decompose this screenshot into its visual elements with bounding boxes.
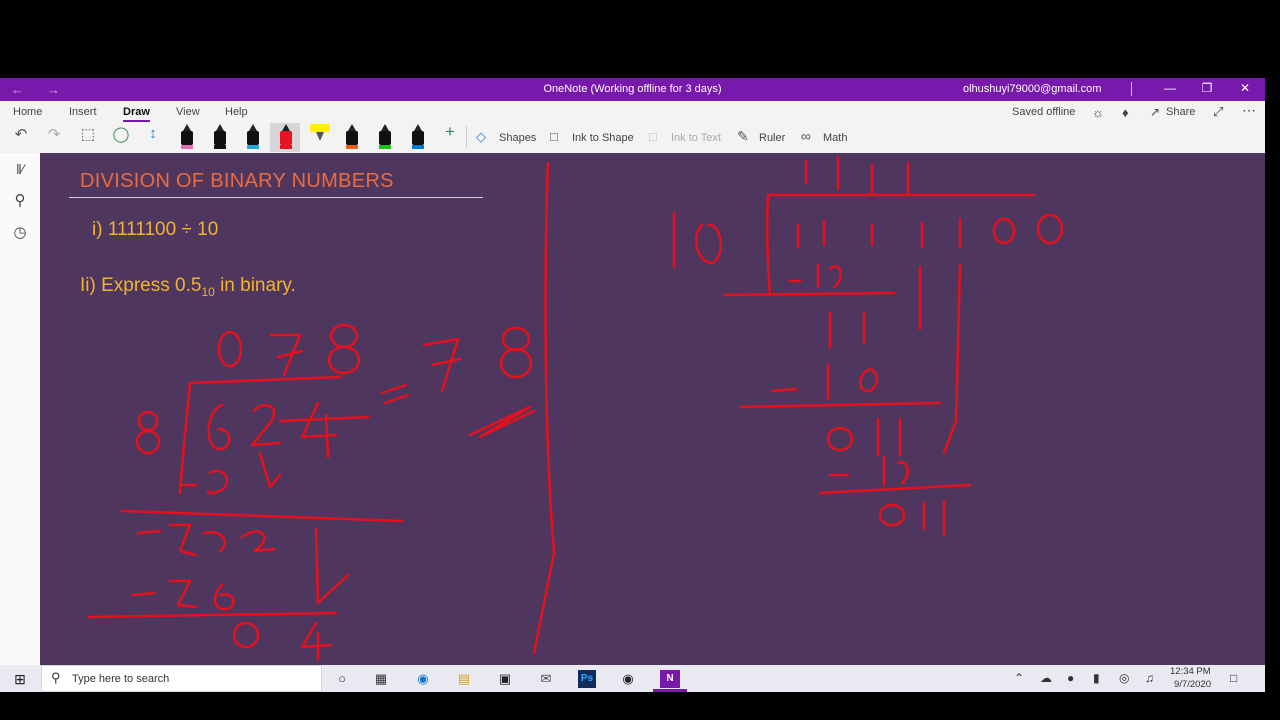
tab-view[interactable]: View — [176, 106, 200, 118]
ink-binary-division — [672, 155, 1064, 537]
note-canvas[interactable]: DIVISION OF BINARY NUMBERS i) 1111100 ÷ … — [40, 153, 1265, 665]
more-options-icon[interactable]: ⋯ — [1242, 102, 1256, 119]
obs-studio-icon[interactable]: ◉ — [619, 670, 637, 688]
microphone-icon[interactable]: ● — [1067, 671, 1074, 685]
mail-icon[interactable]: ✉ — [537, 670, 555, 688]
volume-icon[interactable]: ♫ — [1145, 671, 1154, 685]
pen-red[interactable] — [278, 124, 294, 149]
store-icon[interactable]: ▣ — [496, 670, 514, 688]
ink-78-right — [499, 326, 533, 379]
windows-start-icon[interactable]: ⊞ — [11, 670, 29, 688]
undo-icon[interactable]: ↶ — [11, 125, 31, 143]
share-icon[interactable]: ↗ — [1150, 105, 1160, 119]
file-explorer-icon[interactable]: ▤ — [455, 670, 473, 688]
search-placeholder: Type here to search — [72, 673, 170, 685]
recent-icon[interactable]: ◷ — [8, 223, 32, 241]
ink-dividend-624 — [207, 401, 370, 459]
chevron-up-icon[interactable]: ⌃ — [1014, 671, 1024, 685]
ink-to-shape-button[interactable]: Ink to Shape — [572, 132, 634, 144]
notebooks-icon[interactable]: ‖∕ — [8, 161, 32, 177]
pen-dark-blue[interactable] — [410, 124, 426, 149]
add-space-icon[interactable]: ↕ — [143, 125, 163, 142]
notifications-icon[interactable]: □ — [1230, 671, 1237, 685]
ink-to-text-button[interactable]: Ink to Text — [671, 132, 721, 144]
left-nav: ‖∕ ⚲ ◷ — [0, 153, 41, 665]
cloud-icon[interactable]: ☁ — [1040, 671, 1052, 685]
add-shape-select-icon[interactable]: ◯ — [111, 125, 131, 143]
share-button[interactable]: Share — [1166, 106, 1195, 118]
add-pen-icon[interactable]: + — [440, 122, 460, 142]
minimize-icon[interactable]: — — [1160, 81, 1180, 95]
task-view-icon[interactable]: ▦ — [372, 670, 390, 688]
highlighter-yellow[interactable] — [309, 124, 331, 148]
ruler-icon: ✎ — [737, 128, 749, 144]
taskbar: ⊞ ⚲ Type here to search ○ ▦ ◉ ▤ ▣ ✉ Ps ◉… — [0, 665, 1265, 692]
ink-scribble — [468, 405, 536, 439]
search-icon: ⚲ — [51, 670, 61, 685]
pen-pink[interactable] — [179, 124, 195, 149]
save-status: Saved offline — [1012, 106, 1076, 118]
shapes-button[interactable]: Shapes — [499, 132, 536, 144]
onenote-taskbar-icon[interactable]: N — [660, 670, 680, 688]
ink-quotient-078 — [217, 323, 361, 377]
pen-green[interactable] — [377, 124, 393, 149]
lasso-select-icon[interactable]: ⬚ — [78, 125, 98, 143]
ink-divisor-8 — [135, 410, 161, 455]
ink-to-text-icon: □ — [649, 129, 657, 144]
photoshop-icon[interactable]: Ps — [578, 670, 596, 688]
ruler-button[interactable]: Ruler — [759, 132, 785, 144]
battery-icon[interactable]: ▮ — [1093, 671, 1100, 685]
close-icon[interactable]: ✕ — [1235, 81, 1255, 95]
redo-icon[interactable]: ↷ — [44, 125, 64, 143]
ink-subtraction-rows — [86, 451, 404, 661]
shapes-icon: ◇ — [476, 129, 486, 144]
divider — [1131, 82, 1132, 96]
restore-icon[interactable]: ❐ — [1197, 81, 1217, 95]
divider — [466, 126, 467, 148]
pen-orange[interactable] — [344, 124, 360, 149]
ink-vertical-divider — [532, 161, 556, 655]
title-bar: ← → OneNote (Working offline for 3 days)… — [0, 78, 1265, 101]
active-app-indicator — [653, 689, 687, 692]
taskbar-search[interactable]: ⚲ Type here to search — [41, 665, 322, 692]
globe-icon[interactable]: ◎ — [1119, 671, 1129, 685]
math-button[interactable]: Math — [823, 132, 847, 144]
tab-draw[interactable]: Draw — [123, 106, 150, 122]
cortana-icon[interactable]: ○ — [333, 670, 351, 688]
pen-blue[interactable] — [245, 124, 261, 149]
pen-black[interactable] — [212, 124, 228, 149]
clock-date[interactable]: 9/7/2020 — [1174, 679, 1211, 690]
ink-to-shape-icon: □ — [550, 129, 558, 144]
edge-browser-icon[interactable]: ◉ — [414, 670, 432, 688]
search-icon[interactable]: ⚲ — [8, 191, 32, 209]
ink-layer — [86, 155, 1064, 661]
clock-time[interactable]: 12:34 PM — [1170, 666, 1211, 677]
tab-help[interactable]: Help — [225, 106, 248, 118]
account-name[interactable]: olhushuyi79000@gmail.com — [963, 83, 1101, 95]
math-icon: ∞ — [801, 128, 811, 144]
bell-icon[interactable]: ♦ — [1122, 105, 1129, 120]
ink-equals-78 — [380, 337, 462, 405]
tab-insert[interactable]: Insert — [69, 106, 97, 118]
tab-home[interactable]: Home — [13, 106, 42, 118]
expand-icon[interactable]: ⤢ — [1213, 104, 1223, 120]
lightbulb-icon[interactable]: ☼ — [1092, 105, 1104, 120]
